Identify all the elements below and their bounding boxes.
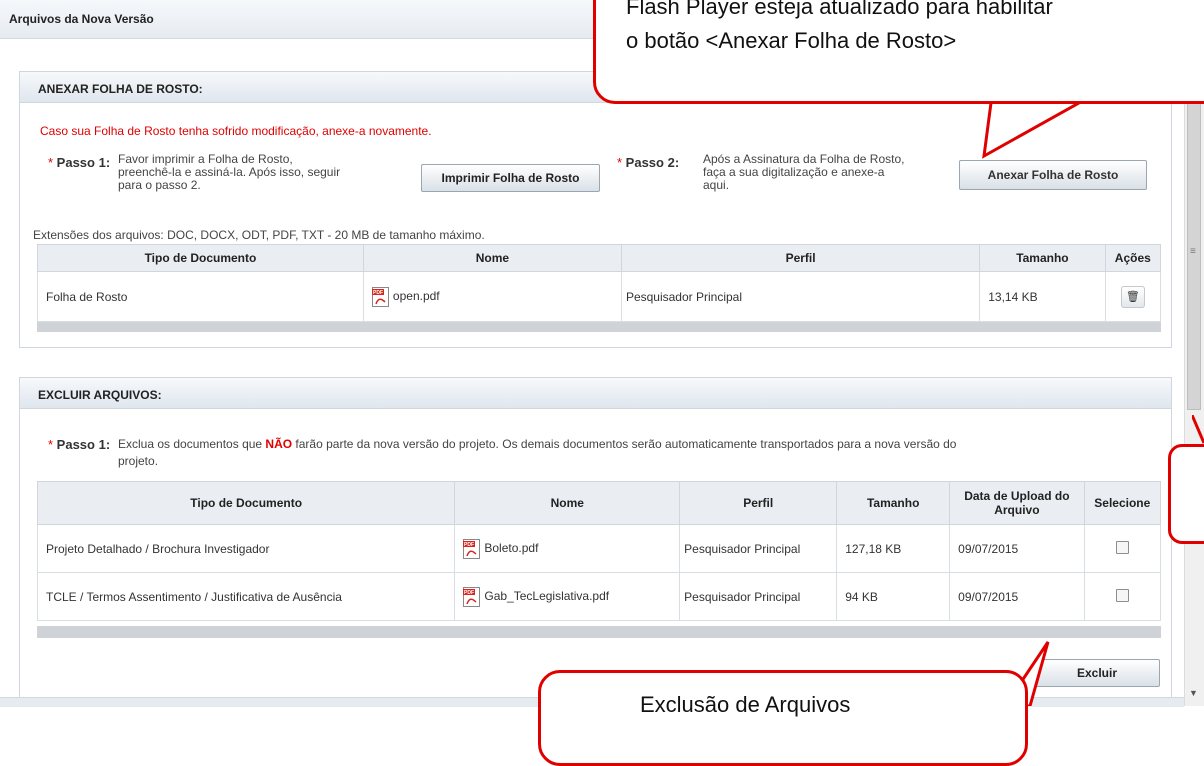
col-acoes: Ações xyxy=(1104,244,1162,272)
cell-perfil: Pesquisador Principal xyxy=(679,572,838,621)
svg-text:PDF: PDF xyxy=(464,542,474,548)
pdf-icon: PDF xyxy=(463,538,481,559)
svg-text:PDF: PDF xyxy=(373,290,383,296)
callout-top-text: Flash Player esteja atualizado para habi… xyxy=(626,0,1053,53)
col-tipo: Tipo de Documento xyxy=(37,244,364,272)
excluir-passo1-label: * Passo 1: xyxy=(48,437,111,452)
table-row: Folha de Rosto PDF open.pdf Pesquisador … xyxy=(37,271,1162,322)
checkbox[interactable] xyxy=(1115,540,1129,554)
extensions-note: Extensões dos arquivos: DOC, DOCX, ODT, … xyxy=(33,228,485,242)
scroll-down-icon[interactable]: ▼ xyxy=(1189,688,1198,698)
folha-table-footer xyxy=(37,322,1161,332)
cell-perfil: Pesquisador Principal xyxy=(679,524,838,573)
folha-passo1-label: * Passo 1: xyxy=(48,155,111,170)
col-tamanho: Tamanho xyxy=(979,244,1106,272)
callout-bottom xyxy=(538,670,1028,766)
col-nome: Nome xyxy=(362,244,622,272)
cell-nome[interactable]: PDF Boleto.pdf xyxy=(454,524,681,573)
pdf-icon: PDF xyxy=(371,286,389,307)
col-tamanho: Tamanho xyxy=(836,481,951,525)
cell-tamanho: 127,18 KB xyxy=(836,524,951,573)
folha-passo1-desc: Favor imprimir a Folha de Rosto, preench… xyxy=(118,152,341,192)
excluir-panel-title: EXCLUIR ARQUIVOS: xyxy=(38,388,162,402)
nao-highlight: NÃO xyxy=(265,437,293,451)
cell-tamanho: 94 KB xyxy=(836,572,951,621)
cell-data: 09/07/2015 xyxy=(949,524,1085,573)
col-nome: Nome xyxy=(454,481,681,525)
table-row: Projeto Detalhado / Brochura Investigado… xyxy=(36,524,1162,573)
pdf-icon: PDF xyxy=(463,586,481,607)
cell-acoes: 🗑 xyxy=(1104,271,1162,322)
col-data-upload: Data de Upload do Arquivo xyxy=(949,481,1085,525)
cell-tipo: TCLE / Termos Assentimento / Justificati… xyxy=(36,572,456,621)
cell-tipo: Projeto Detalhado / Brochura Investigado… xyxy=(36,524,456,573)
excluir-table-footer xyxy=(37,626,1161,638)
folha-passo2-desc: Após a Assinatura da Folha de Rosto, faç… xyxy=(703,152,905,192)
folha-passo2-label: * Passo 2: xyxy=(617,155,680,170)
folha-table: Tipo de Documento Nome Perfil Tamanho Aç… xyxy=(37,244,1162,322)
callout-right xyxy=(1168,444,1204,544)
cell-selecione xyxy=(1083,572,1162,621)
checkbox[interactable] xyxy=(1115,588,1129,602)
cell-tamanho: 13,14 KB xyxy=(979,271,1106,322)
col-tipo: Tipo de Documento xyxy=(36,481,456,525)
cell-tipo: Folha de Rosto xyxy=(37,271,364,322)
callout-bottom-text: Exclusão de Arquivos xyxy=(640,692,851,717)
col-perfil: Perfil xyxy=(620,244,981,272)
svg-text:PDF: PDF xyxy=(464,590,474,596)
cell-nome[interactable]: PDF Gab_TecLegislativa.pdf xyxy=(454,572,681,621)
excluir-panel-header: EXCLUIR ARQUIVOS: xyxy=(20,378,1171,409)
trash-icon[interactable]: 🗑 xyxy=(1120,285,1145,308)
col-perfil: Perfil xyxy=(679,481,838,525)
cell-selecione xyxy=(1083,524,1162,573)
cell-nome[interactable]: PDF open.pdf xyxy=(362,271,622,322)
cell-data: 09/07/2015 xyxy=(949,572,1085,621)
col-selecione: Selecione xyxy=(1083,481,1162,525)
table-row: TCLE / Termos Assentimento / Justificati… xyxy=(36,572,1162,621)
imprimir-folha-button[interactable]: Imprimir Folha de Rosto xyxy=(421,164,600,192)
cell-perfil: Pesquisador Principal xyxy=(620,271,981,322)
excluir-table: Tipo de Documento Nome Perfil Tamanho Da… xyxy=(36,481,1162,621)
folha-panel-title: ANEXAR FOLHA DE ROSTO: xyxy=(38,82,203,96)
folha-warning: Caso sua Folha de Rosto tenha sofrido mo… xyxy=(40,124,432,138)
scrollbar-grip-icon: ≡ xyxy=(1190,246,1196,257)
excluir-passo1-desc: Exclua os documentos que NÃO farão parte… xyxy=(118,437,957,468)
page-title: Arquivos da Nova Versão xyxy=(9,12,154,26)
